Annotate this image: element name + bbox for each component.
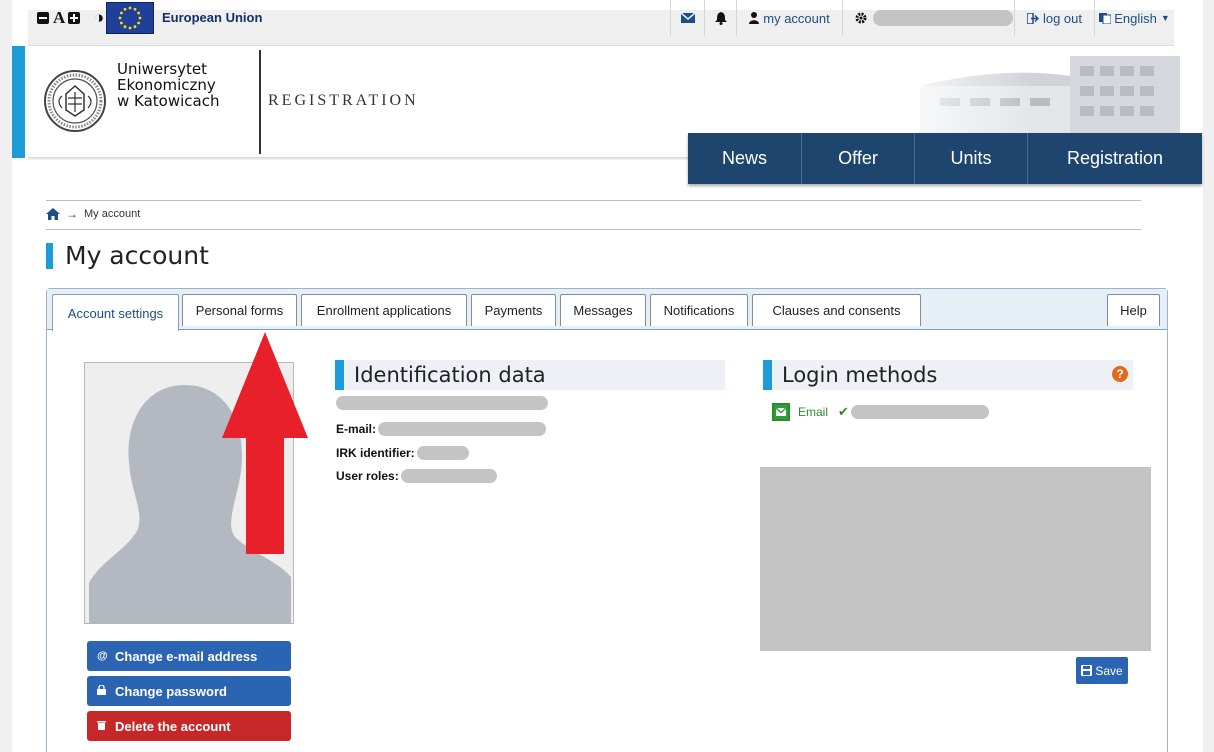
nav-item-offer[interactable]: Offer xyxy=(802,133,915,184)
login-methods-header: Login methods xyxy=(763,360,1133,390)
header-vertical-separator xyxy=(259,50,261,154)
trash-icon xyxy=(97,720,115,733)
login-method-email: Email ✔ xyxy=(772,403,989,421)
tab-messages[interactable]: Messages xyxy=(560,294,646,326)
breadcrumb: → My account xyxy=(46,205,140,223)
breadcrumb-arrow-icon: → xyxy=(66,207,78,221)
delete-account-button[interactable]: Delete the account xyxy=(87,711,291,741)
university-seal-logo xyxy=(44,70,106,132)
university-name-line2: Ekonomiczny xyxy=(117,76,216,94)
tab-account-settings[interactable]: Account settings xyxy=(52,294,179,331)
redacted-username xyxy=(873,10,1013,26)
language-selector[interactable]: English ▼ xyxy=(1094,0,1174,36)
check-icon: ✔ xyxy=(838,404,849,419)
section-accent xyxy=(335,360,344,390)
breadcrumb-top-rule xyxy=(46,200,1141,201)
decrease-font-icon[interactable] xyxy=(37,0,51,36)
identification-data-header: Identification data xyxy=(335,360,725,390)
change-password-button[interactable]: Change password xyxy=(87,676,291,706)
tab-payments[interactable]: Payments xyxy=(471,294,556,326)
font-size-label[interactable]: A xyxy=(53,0,65,36)
page-gutter-right xyxy=(1203,0,1214,752)
delete-account-label: Delete the account xyxy=(115,718,231,734)
user-roles-field: User roles: xyxy=(336,468,497,484)
logout-link[interactable]: log out xyxy=(1014,0,1094,36)
email-method-label: Email xyxy=(798,405,829,419)
my-account-link[interactable]: my account xyxy=(736,0,842,36)
redacted-irk-id xyxy=(416,446,469,460)
breadcrumb-current: My account xyxy=(84,208,141,220)
login-methods-title: Login methods xyxy=(782,363,938,387)
identification-data-title: Identification data xyxy=(354,363,546,387)
tab-clauses-and-consents[interactable]: Clauses and consents xyxy=(752,294,921,326)
eu-label: European Union xyxy=(162,10,263,25)
university-name-line3: w Katowicach xyxy=(117,92,220,110)
irk-identifier-field: IRK identifier: xyxy=(336,445,469,461)
breadcrumb-bottom-rule xyxy=(46,229,1141,230)
change-password-label: Change password xyxy=(115,683,227,699)
help-question-icon[interactable]: ? xyxy=(1112,366,1128,382)
campus-building-image xyxy=(880,46,1190,136)
user-roles-label: User roles: xyxy=(336,469,399,483)
change-email-button[interactable]: @ Change e-mail address xyxy=(87,641,291,671)
section-title: REGISTRATION xyxy=(268,92,419,109)
university-name: Uniwersytet Ekonomiczny w Katowicach xyxy=(117,61,220,109)
nav-item-news[interactable]: News xyxy=(688,133,802,184)
red-annotation-arrow xyxy=(222,332,308,554)
my-account-label: my account xyxy=(763,10,830,26)
tab-help[interactable]: Help xyxy=(1107,294,1160,326)
home-icon[interactable] xyxy=(46,208,60,220)
eu-flag-icon xyxy=(106,2,154,34)
redacted-email xyxy=(378,422,547,436)
section-accent xyxy=(763,360,772,390)
nav-item-units[interactable]: Units xyxy=(915,133,1028,184)
tab-personal-forms[interactable]: Personal forms xyxy=(182,294,297,326)
page-title-accent xyxy=(46,243,53,269)
floppy-disk-icon xyxy=(1081,665,1093,676)
redacted-content-block xyxy=(760,467,1151,651)
university-name-line1: Uniwersytet xyxy=(117,60,207,78)
main-navigation: News Offer Units Registration xyxy=(688,133,1202,184)
gear-icon xyxy=(855,12,867,24)
increase-font-icon[interactable] xyxy=(68,0,82,36)
tab-notifications[interactable]: Notifications xyxy=(650,294,748,326)
at-sign-icon: @ xyxy=(97,650,108,662)
contrast-icon[interactable]: ◑ xyxy=(94,0,104,36)
logout-label: log out xyxy=(1042,10,1083,26)
change-email-label: Change e-mail address xyxy=(115,648,258,664)
language-label: English xyxy=(1114,10,1157,26)
redacted-user-roles xyxy=(400,469,497,483)
tab-enrollment-applications[interactable]: Enrollment applications xyxy=(301,294,467,326)
email-field: E-mail: xyxy=(336,421,547,437)
save-label: Save xyxy=(1095,663,1123,678)
email-field-label: E-mail: xyxy=(336,422,377,436)
user-icon xyxy=(749,12,760,24)
language-icon xyxy=(1099,13,1112,24)
irk-identifier-label: IRK identifier: xyxy=(336,446,415,460)
redacted-full-name xyxy=(336,396,548,410)
messages-envelope-icon[interactable] xyxy=(670,0,704,36)
redacted-login-email xyxy=(850,405,989,419)
page-gutter-left xyxy=(0,0,12,752)
account-settings-gear[interactable] xyxy=(842,0,1014,36)
sign-out-icon xyxy=(1026,12,1039,24)
save-button[interactable]: Save xyxy=(1076,657,1128,684)
chevron-down-icon: ▼ xyxy=(1160,13,1170,23)
lock-icon xyxy=(97,683,115,698)
header-accent-bar xyxy=(12,46,25,158)
notifications-bell-icon[interactable] xyxy=(704,0,736,36)
nav-item-registration[interactable]: Registration xyxy=(1028,133,1202,184)
email-envelope-icon xyxy=(772,403,790,421)
page-title: My account xyxy=(65,241,209,270)
